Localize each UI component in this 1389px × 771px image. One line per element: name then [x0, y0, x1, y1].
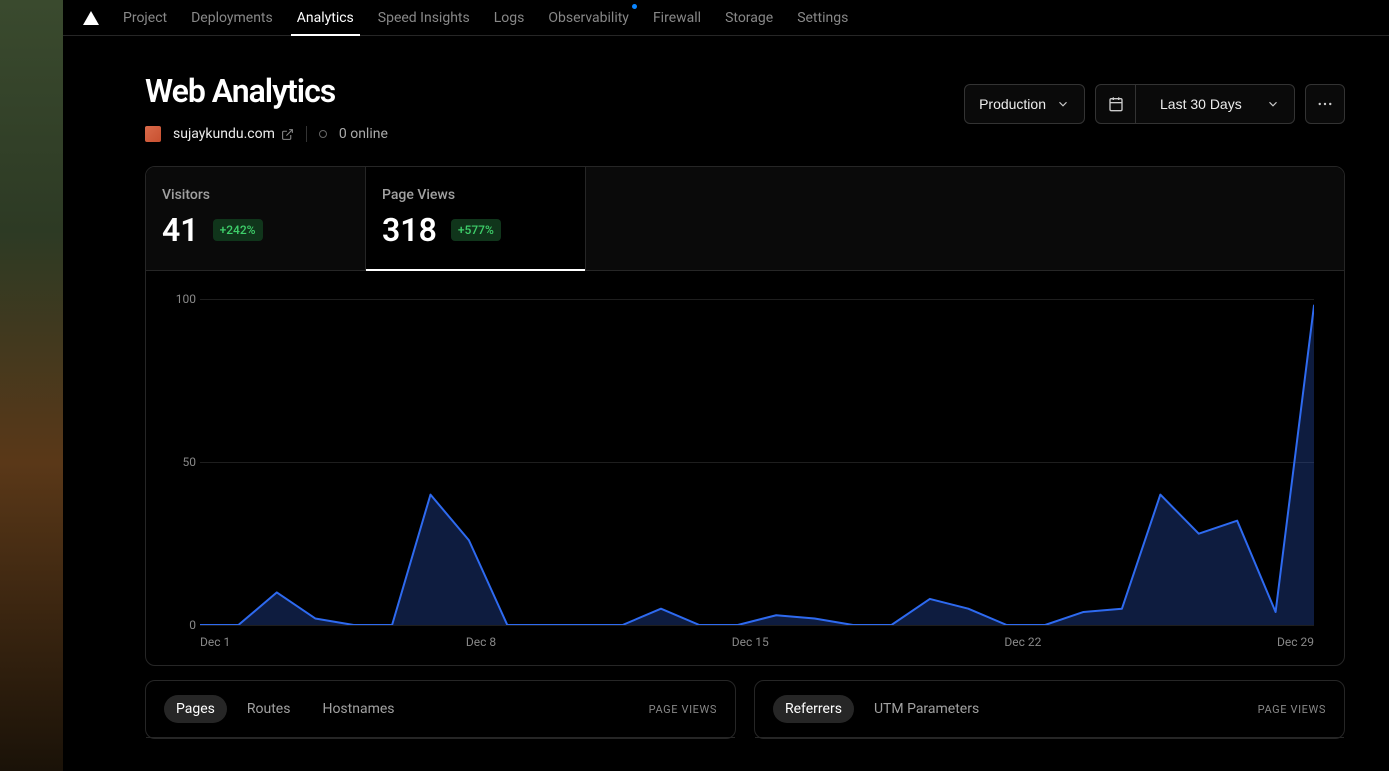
page-title: Web Analytics: [145, 72, 388, 110]
referrers-panel: Referrers UTM Parameters PAGE VIEWS: [754, 680, 1345, 739]
panel-tab-routes[interactable]: Routes: [235, 695, 303, 723]
stat-tab-visitors[interactable]: Visitors 41 +242%: [146, 167, 366, 270]
top-nav: Project Deployments Analytics Speed Insi…: [63, 0, 1389, 36]
pageviews-delta-badge: +577%: [451, 219, 501, 241]
nav-deployments[interactable]: Deployments: [191, 0, 273, 36]
panel-tab-pages[interactable]: Pages: [164, 695, 227, 723]
chart-svg: [200, 299, 1314, 625]
chevron-down-icon: [1056, 97, 1070, 111]
more-options-button[interactable]: [1305, 84, 1345, 124]
header-controls: Production Last 30 Days: [964, 84, 1345, 124]
nav-storage[interactable]: Storage: [725, 0, 773, 36]
panel-tab-hostnames[interactable]: Hostnames: [310, 695, 406, 723]
y-tick: 100: [170, 292, 196, 306]
x-tick: Dec 15: [732, 635, 769, 649]
domain-link[interactable]: sujaykundu.com: [173, 126, 294, 142]
referrers-panel-metric-label: PAGE VIEWS: [1258, 703, 1326, 716]
pageviews-value: 318: [382, 211, 437, 249]
app-window: Project Deployments Analytics Speed Insi…: [63, 0, 1389, 771]
notification-dot-icon: [632, 4, 637, 9]
analytics-card: Visitors 41 +242% Page Views 318 +577%: [145, 166, 1345, 666]
calendar-icon: [1108, 96, 1124, 112]
stat-tabs: Visitors 41 +242% Page Views 318 +577%: [146, 167, 1344, 271]
panels-row: Pages RoutesHostnames PAGE VIEWS Referrer…: [145, 680, 1345, 739]
nav-speed-insights[interactable]: Speed Insights: [378, 0, 470, 36]
external-link-icon: [281, 128, 294, 141]
x-tick: Dec 22: [1004, 635, 1041, 649]
visitors-delta-badge: +242%: [213, 219, 263, 241]
x-tick: Dec 29: [1277, 635, 1314, 649]
nav-project[interactable]: Project: [123, 0, 167, 36]
divider: [306, 126, 307, 142]
referrers-panel-tabs: Referrers UTM Parameters: [773, 695, 991, 723]
environment-select[interactable]: Production: [964, 84, 1085, 124]
desktop-background: [0, 0, 63, 771]
x-tick: Dec 8: [466, 635, 496, 649]
chart-x-axis: Dec 1 Dec 8 Dec 15 Dec 22 Dec 29: [200, 635, 1314, 649]
chart-area: 050100 Dec 1Dec 8Dec 15Dec 22Dec 29: [146, 271, 1344, 665]
pages-panel: Pages RoutesHostnames PAGE VIEWS: [145, 680, 736, 739]
visitors-value: 41: [162, 211, 199, 249]
online-indicator-icon: [319, 130, 327, 138]
chevron-down-icon: [1266, 97, 1280, 111]
nav-settings[interactable]: Settings: [797, 0, 848, 36]
pages-panel-tabs: Pages RoutesHostnames: [164, 695, 407, 723]
panel-tab-referrers[interactable]: Referrers: [773, 695, 854, 723]
y-tick: 0: [170, 618, 196, 632]
online-count: 0 online: [339, 126, 388, 142]
page-header: Web Analytics sujaykundu.com 0 online Pr…: [145, 72, 1345, 142]
nav-observability[interactable]: Observability: [548, 0, 629, 36]
panel-tab-utm-parameters[interactable]: UTM Parameters: [862, 695, 991, 723]
y-tick: 50: [170, 455, 196, 469]
x-tick: Dec 1: [200, 635, 230, 649]
pageviews-chart: 050100: [200, 299, 1314, 625]
nav-analytics[interactable]: Analytics: [297, 0, 354, 36]
stat-tab-pageviews[interactable]: Page Views 318 +577%: [366, 167, 586, 270]
nav-logs[interactable]: Logs: [494, 0, 525, 36]
more-horizontal-icon: [1316, 95, 1334, 113]
pages-panel-metric-label: PAGE VIEWS: [649, 703, 717, 716]
date-range-select[interactable]: Last 30 Days: [1095, 84, 1295, 124]
vercel-logo-icon[interactable]: [83, 10, 99, 26]
project-avatar: [145, 126, 161, 142]
nav-firewall[interactable]: Firewall: [653, 0, 701, 36]
